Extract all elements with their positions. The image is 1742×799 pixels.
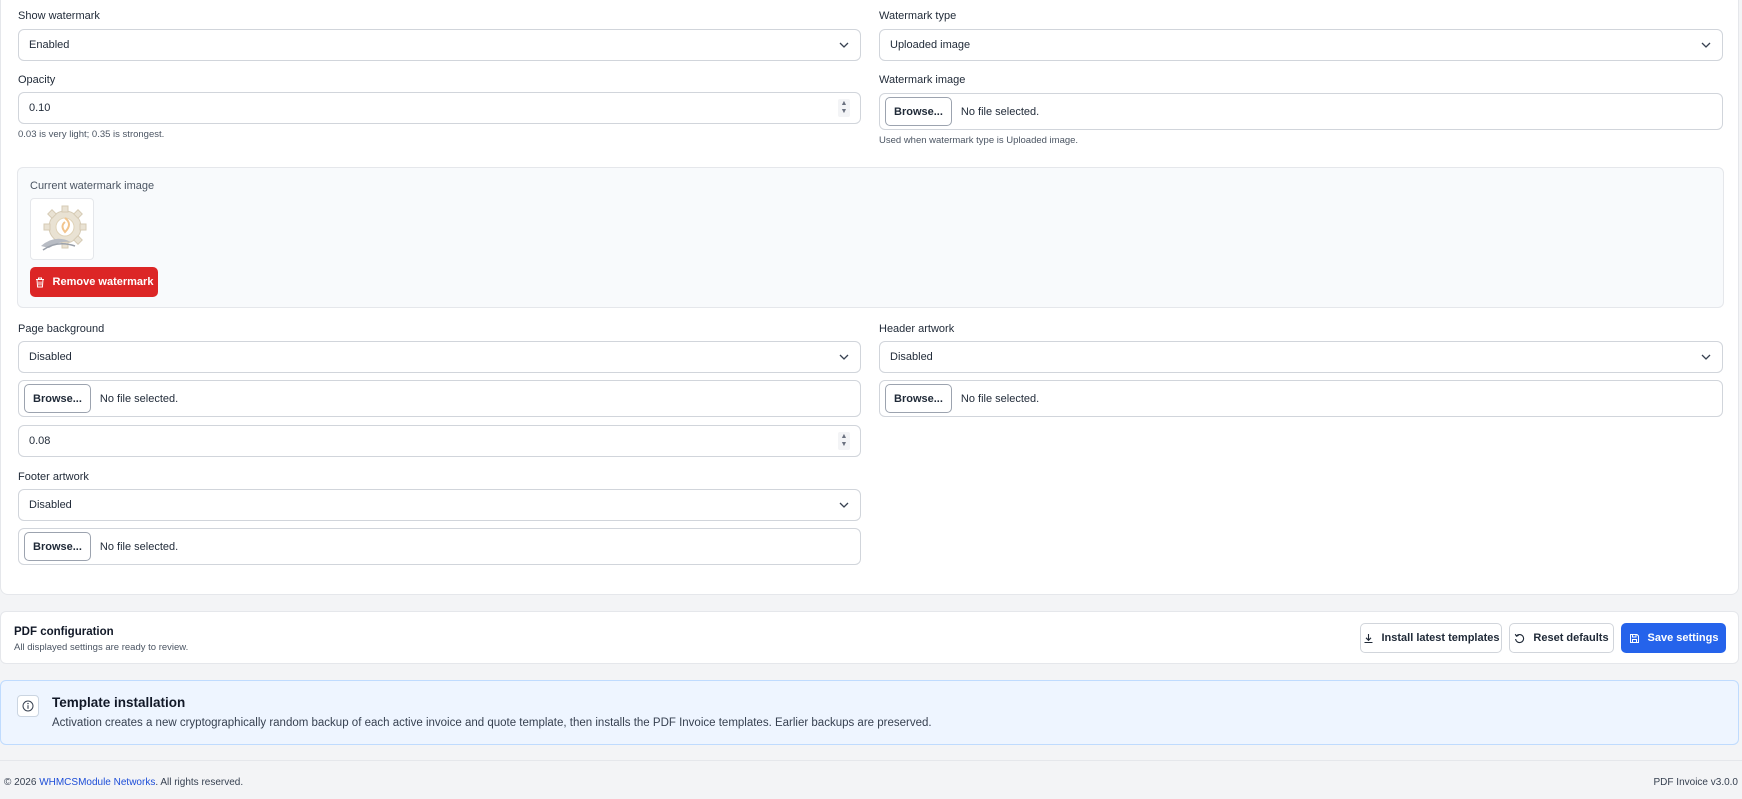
version-text: PDF Invoice v3.0.0 [1653, 777, 1738, 788]
browse-button[interactable]: Browse... [885, 97, 952, 126]
opacity-help: 0.03 is very light; 0.35 is strongest. [18, 129, 165, 140]
watermark-type-label: Watermark type [879, 10, 957, 22]
file-status: No file selected. [99, 392, 179, 405]
page-background-opacity-value: 0.08 [29, 435, 51, 447]
header-artwork-value: Disabled [890, 351, 933, 363]
chevron-down-icon [1700, 351, 1712, 363]
chevron-down-icon [838, 351, 850, 363]
opacity-value: 0.10 [29, 102, 51, 114]
footer-artwork-file-input[interactable]: Browse... No file selected. [18, 528, 861, 565]
gear-logo-icon [41, 205, 87, 251]
watermark-type-select[interactable]: Uploaded image [879, 29, 1723, 61]
opacity-label: Opacity [18, 74, 56, 86]
number-spinner[interactable]: ▲ ▼ [838, 99, 850, 117]
reset-icon [1515, 633, 1525, 643]
footer-artwork-label: Footer artwork [18, 471, 89, 483]
remove-watermark-button[interactable]: Remove watermark [30, 267, 158, 297]
copyright: © 2026 WHMCSModule Networks. All rights … [4, 777, 243, 788]
show-watermark-value: Enabled [29, 39, 70, 51]
page-background-opacity-input[interactable]: 0.08 ▲ ▼ [18, 425, 861, 457]
rights-text: . All rights reserved. [155, 777, 244, 788]
save-settings-label: Save settings [1647, 632, 1719, 644]
watermark-type-value: Uploaded image [890, 39, 971, 51]
watermark-thumbnail [30, 198, 94, 260]
show-watermark-label: Show watermark [18, 10, 100, 22]
footer-artwork-value: Disabled [29, 499, 72, 511]
info-text: Activation creates a new cryptographical… [52, 717, 932, 729]
info-title: Template installation [52, 695, 186, 710]
chevron-down-icon [838, 39, 850, 51]
reset-defaults-button[interactable]: Reset defaults [1509, 623, 1614, 653]
install-templates-label: Install latest templates [1381, 632, 1500, 644]
watermark-image-label: Watermark image [879, 74, 966, 86]
show-watermark-select[interactable]: Enabled [18, 29, 861, 61]
trash-icon [35, 277, 44, 287]
page-background-select[interactable]: Disabled [18, 341, 861, 373]
chevron-down-icon [1700, 39, 1712, 51]
page-background-label: Page background [18, 323, 105, 335]
copyright-year: © 2026 [4, 777, 37, 788]
info-icon [17, 695, 39, 717]
template-installation-notice: Template installation Activation creates… [0, 680, 1739, 745]
current-watermark-label: Current watermark image [30, 180, 155, 192]
browse-button[interactable]: Browse... [24, 384, 91, 413]
header-artwork-label: Header artwork [879, 323, 955, 335]
page-footer: © 2026 WHMCSModule Networks. All rights … [0, 760, 1742, 799]
save-settings-button[interactable]: Save settings [1621, 623, 1726, 653]
page-background-file-input[interactable]: Browse... No file selected. [18, 380, 861, 417]
header-artwork-file-input[interactable]: Browse... No file selected. [879, 380, 1723, 417]
save-icon [1629, 633, 1639, 643]
watermark-image-file-input[interactable]: Browse... No file selected. [879, 93, 1723, 130]
remove-watermark-label: Remove watermark [52, 276, 154, 288]
watermark-image-help: Used when watermark type is Uploaded ima… [879, 135, 1079, 146]
action-bar-subtitle: All displayed settings are ready to revi… [14, 642, 189, 653]
download-icon [1364, 633, 1372, 643]
browse-button[interactable]: Browse... [24, 532, 91, 561]
number-spinner[interactable]: ▲ ▼ [838, 432, 850, 450]
reset-defaults-label: Reset defaults [1533, 632, 1609, 644]
footer-artwork-select[interactable]: Disabled [18, 489, 861, 521]
settings-card: Show watermark Enabled Watermark type Up… [0, 0, 1739, 595]
install-templates-button[interactable]: Install latest templates [1360, 623, 1502, 653]
file-status: No file selected. [960, 392, 1040, 405]
page-background-value: Disabled [29, 351, 72, 363]
opacity-input[interactable]: 0.10 ▲ ▼ [18, 92, 861, 124]
action-bar: PDF configuration All displayed settings… [0, 611, 1739, 664]
file-status: No file selected. [960, 105, 1040, 118]
chevron-down-icon [838, 499, 850, 511]
browse-button[interactable]: Browse... [885, 384, 952, 413]
action-bar-title: PDF configuration [14, 626, 114, 638]
file-status: No file selected. [99, 540, 179, 553]
company-link[interactable]: WHMCSModule Networks [39, 777, 155, 788]
header-artwork-select[interactable]: Disabled [879, 341, 1723, 373]
current-watermark-panel: Current watermark image Remove watermark [17, 167, 1724, 308]
